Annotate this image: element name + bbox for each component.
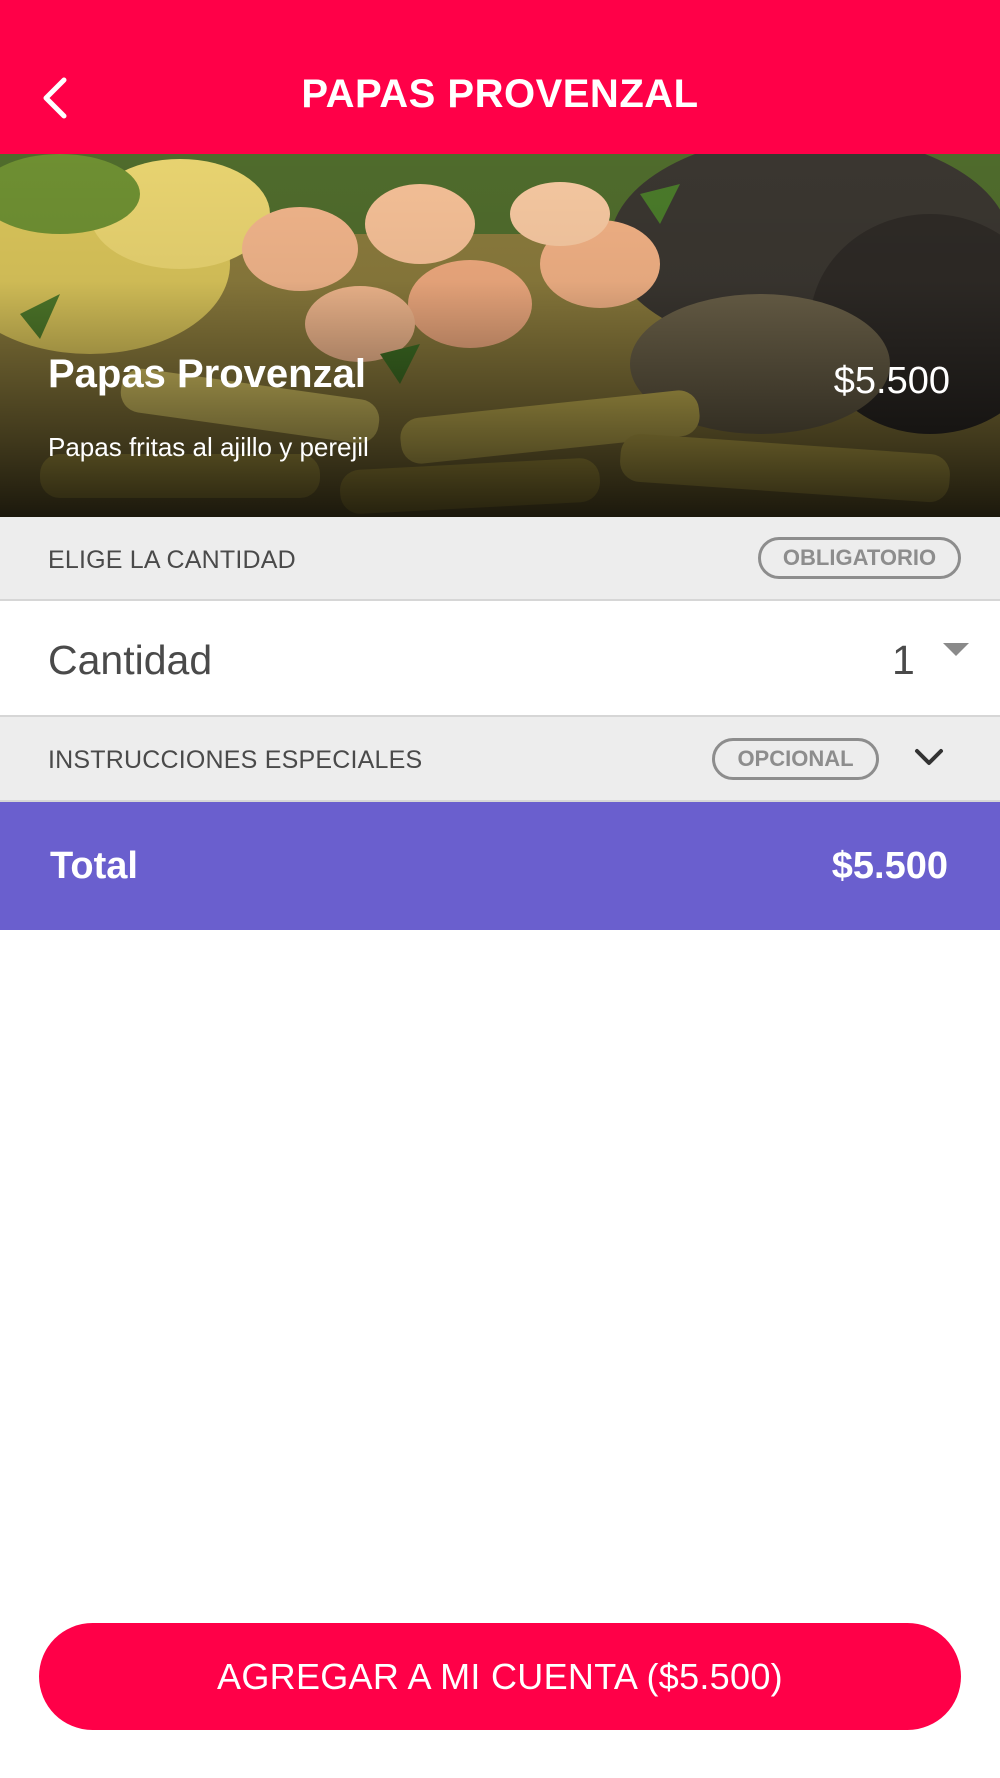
product-description: Papas fritas al ajillo y perejil xyxy=(48,432,369,462)
total-label: Total xyxy=(50,845,138,887)
chevron-down-icon[interactable] xyxy=(913,747,945,769)
product-hero: Papas Provenzal $5.500 Papas fritas al a… xyxy=(0,154,1000,517)
quantity-value: 1 xyxy=(892,637,915,683)
product-price: $5.500 xyxy=(833,360,950,402)
optional-badge: OPCIONAL xyxy=(712,738,879,780)
add-to-account-button[interactable]: AGREGAR A MI CUENTA ($5.500) xyxy=(39,1623,961,1730)
required-badge: OBLIGATORIO xyxy=(758,537,961,579)
instructions-section-title: INSTRUCCIONES ESPECIALES xyxy=(48,746,423,774)
quantity-label: Cantidad xyxy=(48,637,213,683)
quantity-row: Cantidad 1 xyxy=(0,601,1000,717)
instructions-section-header[interactable]: INSTRUCCIONES ESPECIALES OPCIONAL xyxy=(0,717,1000,802)
total-bar: Total $5.500 xyxy=(0,802,1000,930)
total-value: $5.500 xyxy=(831,845,948,887)
product-name: Papas Provenzal xyxy=(48,352,366,396)
quantity-section-header: ELIGE LA CANTIDAD OBLIGATORIO xyxy=(0,517,1000,601)
quantity-select[interactable]: 1 xyxy=(870,629,980,689)
page-title: PAPAS PROVENZAL xyxy=(301,72,699,116)
quantity-section-title: ELIGE LA CANTIDAD xyxy=(48,546,296,574)
caret-down-icon xyxy=(943,643,969,656)
app-header: PAPAS PROVENZAL xyxy=(0,0,1000,154)
